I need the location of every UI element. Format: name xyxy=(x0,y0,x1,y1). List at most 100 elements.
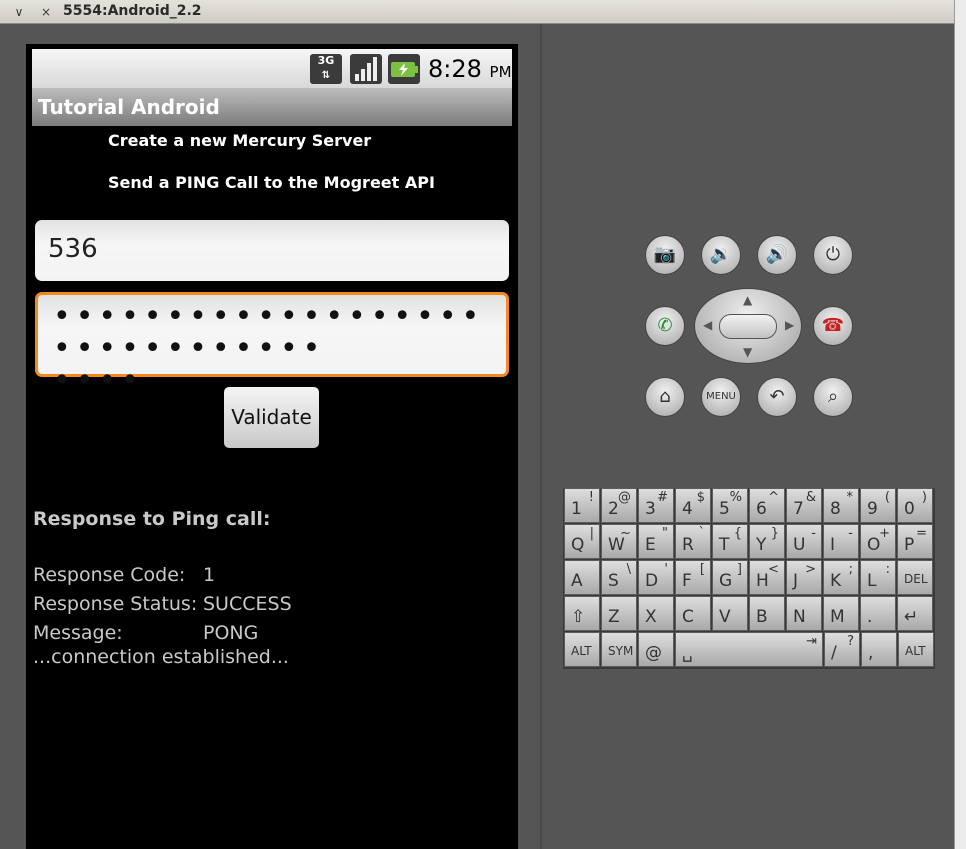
status-bar: 3G ⇅ 8:28 PM xyxy=(32,49,512,88)
3g-data-icon: 3G ⇅ xyxy=(310,54,342,84)
key-row1-7[interactable]: 7 & xyxy=(786,488,822,523)
key-row3-f[interactable]: F[ xyxy=(675,560,711,595)
end-call-icon[interactable]: ☎ xyxy=(813,306,853,346)
key-primary-label: / xyxy=(831,643,837,663)
key-primary-label: V xyxy=(719,607,731,627)
volume-up-icon[interactable]: 🔊 xyxy=(757,235,797,275)
key-primary-label: 1 xyxy=(571,499,582,519)
key-row5-sym[interactable]: SYM xyxy=(601,632,637,667)
key-row3-del[interactable]: DEL xyxy=(897,560,933,595)
message-label: Message: xyxy=(33,622,123,644)
dpad-up-icon[interactable]: ▲ xyxy=(743,293,752,307)
key-primary-label: F xyxy=(682,571,692,591)
response-heading: Response to Ping call: xyxy=(33,508,271,530)
key-primary-label: ⇧ xyxy=(571,607,586,627)
dpad[interactable]: ▲ ▼ ◀ ▶ xyxy=(694,288,802,364)
key-row4-sym9[interactable]: ↵ xyxy=(897,596,933,631)
key-row2-i[interactable]: I- xyxy=(823,524,859,559)
search-icon[interactable]: ⌕ xyxy=(813,377,853,417)
key-row4-x[interactable]: X xyxy=(638,596,674,631)
response-code-label: Response Code: xyxy=(33,564,186,586)
key-secondary-label: } xyxy=(770,526,779,541)
key-row4-n[interactable]: N xyxy=(786,596,822,631)
call-icon[interactable]: ✆ xyxy=(645,306,685,346)
key-row4-c[interactable]: C xyxy=(675,596,711,631)
key-row1-1[interactable]: 1! xyxy=(564,488,600,523)
key-row2-p[interactable]: P = xyxy=(897,524,933,559)
key-row3-l[interactable]: L: xyxy=(860,560,896,595)
clock-time: 8:28 xyxy=(428,55,482,83)
key-row4-z[interactable]: Z xyxy=(601,596,637,631)
validate-button[interactable]: Validate xyxy=(224,387,319,448)
key-primary-label: ↵ xyxy=(904,607,919,627)
key-row1-5[interactable]: 5% xyxy=(712,488,748,523)
key-row2-w[interactable]: W ~ xyxy=(601,524,637,559)
key-row2-y[interactable]: Y} xyxy=(749,524,785,559)
menu-button[interactable]: MENU xyxy=(701,377,741,417)
key-row5-sym5[interactable]: , xyxy=(861,632,897,667)
key-row3-a[interactable]: A xyxy=(564,560,600,595)
key-row3-s[interactable]: S \ xyxy=(601,560,637,595)
key-primary-label: . xyxy=(867,607,873,627)
key-primary-label: R xyxy=(682,535,694,555)
key-row1-6[interactable]: 6 ^ xyxy=(749,488,785,523)
key-row2-u[interactable]: U- xyxy=(786,524,822,559)
key-row4-b[interactable]: B xyxy=(749,596,785,631)
window-title-bar: ∨ × 5554:Android_2.2 xyxy=(0,0,966,24)
key-row5-alt[interactable]: ALT xyxy=(564,632,600,667)
password-input[interactable]: ••••••••••••••••••••••••••••••• •••• xyxy=(35,292,509,397)
key-row5-sym4[interactable]: /? xyxy=(824,632,860,667)
key-row5-sym2[interactable]: @ xyxy=(638,632,674,667)
key-secondary-label: { xyxy=(733,526,742,541)
key-row4-v[interactable]: V xyxy=(712,596,748,631)
dpad-center-button[interactable] xyxy=(719,314,777,339)
home-icon[interactable]: ⌂ xyxy=(645,377,685,417)
key-row1-8[interactable]: 8 * xyxy=(823,488,859,523)
key-row4-sym8[interactable]: . xyxy=(860,596,896,631)
dpad-down-icon[interactable]: ▼ xyxy=(743,345,752,359)
volume-down-icon[interactable]: 🔉 xyxy=(701,235,741,275)
key-secondary-label: ) xyxy=(921,490,927,505)
key-row5-alt[interactable]: ALT xyxy=(898,632,934,667)
key-row1-4[interactable]: 4 $ xyxy=(675,488,711,523)
key-row2-t[interactable]: T{ xyxy=(712,524,748,559)
key-row2-q[interactable]: Q | xyxy=(564,524,600,559)
key-primary-label: 4 xyxy=(682,499,693,519)
key-primary-label: ALT xyxy=(571,644,592,658)
key-row2-o[interactable]: O + xyxy=(860,524,896,559)
key-primary-label: J xyxy=(793,571,799,591)
key-secondary-label: ~ xyxy=(620,526,631,541)
dpad-right-icon[interactable]: ▶ xyxy=(785,318,794,332)
key-primary-label: C xyxy=(682,607,694,627)
key-row1-3[interactable]: 3 # xyxy=(638,488,674,523)
minimize-button[interactable]: ∨ xyxy=(10,3,28,21)
signal-icon xyxy=(350,54,382,84)
key-primary-label: , xyxy=(868,643,874,663)
power-icon[interactable]: ⏻ xyxy=(813,235,853,275)
key-primary-label: Z xyxy=(608,607,620,627)
key-secondary-label: ' xyxy=(664,562,668,577)
key-row3-g[interactable]: G] xyxy=(712,560,748,595)
key-row3-k[interactable]: K; xyxy=(823,560,859,595)
key-secondary-label: $ xyxy=(696,490,705,505)
key-row2-e[interactable]: E " xyxy=(638,524,674,559)
back-icon[interactable]: ↶ xyxy=(757,377,797,417)
key-row4-sym0[interactable]: ⇧ xyxy=(564,596,600,631)
user-id-input[interactable]: 536 xyxy=(35,220,509,281)
dpad-left-icon[interactable]: ◀ xyxy=(703,318,712,332)
background-window-edge xyxy=(954,0,966,849)
camera-icon[interactable]: 📷 xyxy=(645,235,685,275)
key-row1-2[interactable]: 2 @ xyxy=(601,488,637,523)
close-button[interactable]: × xyxy=(37,3,55,21)
key-secondary-label: [ xyxy=(699,562,705,577)
key-row4-m[interactable]: M xyxy=(823,596,859,631)
key-row5-sym3[interactable]: ␣ ⇥ xyxy=(675,632,823,667)
key-row2-r[interactable]: R ` xyxy=(675,524,711,559)
key-row1-0[interactable]: 0) xyxy=(897,488,933,523)
key-row3-d[interactable]: D ' xyxy=(638,560,674,595)
key-secondary-label: # xyxy=(657,490,668,505)
key-row1-9[interactable]: 9( xyxy=(860,488,896,523)
key-row3-h[interactable]: H < xyxy=(749,560,785,595)
key-primary-label: H xyxy=(756,571,769,591)
key-row3-j[interactable]: J > xyxy=(786,560,822,595)
